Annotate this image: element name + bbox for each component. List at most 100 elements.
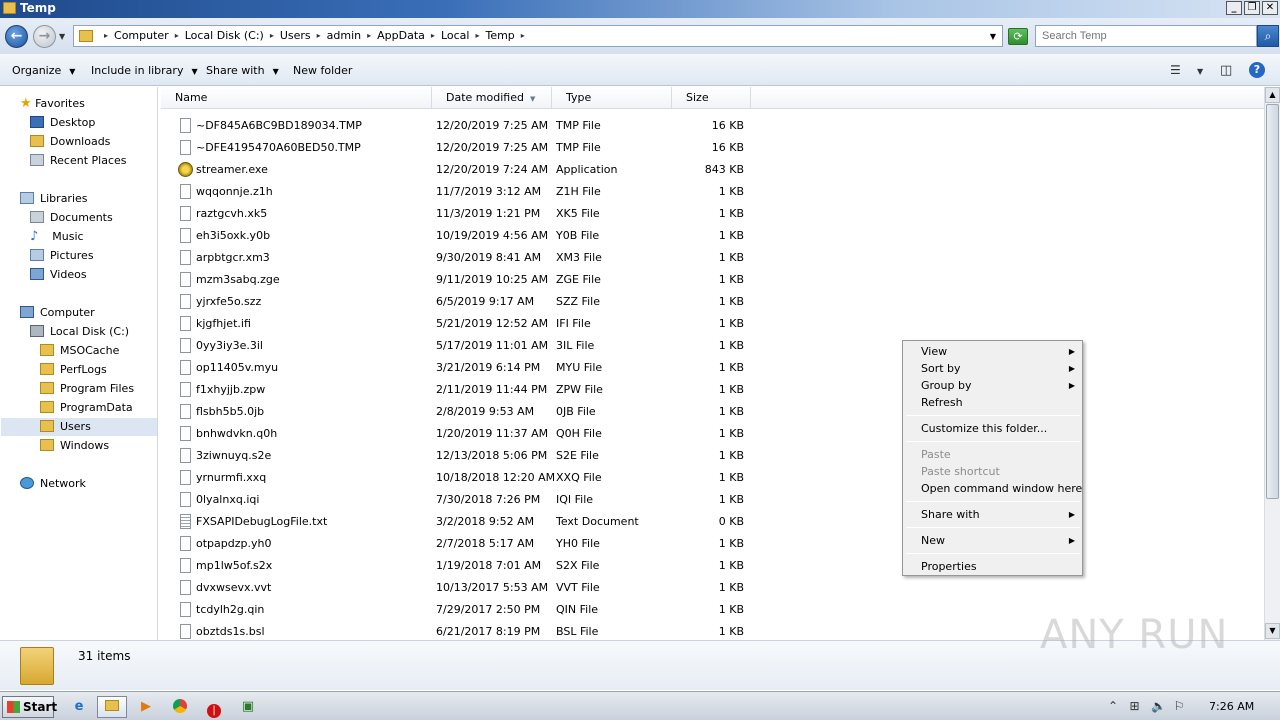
chevron-right-icon[interactable]: ▸ [521,31,525,40]
menu-item-group-by[interactable]: Group by ▶ [921,377,1079,394]
file-row[interactable]: wqqonnje.z1h 11/7/2019 3:12 AM Z1H File 1 K… [161,181,1264,203]
column-size[interactable]: Size [672,87,751,109]
address-bar[interactable]: ▸ Computer ▸ Local Disk (C:) ▸ Users ▸ admi… [73,25,1003,47]
menu-item-share-with[interactable]: Share with ▶ [921,506,1079,523]
file-row[interactable]: op11405v.myu 3/21/2019 6:14 PM MYU File 1 K… [161,357,1264,379]
file-row[interactable]: mzm3sabq.zge 9/11/2019 10:25 AM ZGE File 1 … [161,269,1264,291]
show-hidden-icons-icon[interactable]: ⌃ [1108,699,1118,713]
refresh-button[interactable]: ⟳ [1008,28,1028,45]
file-row[interactable]: streamer.exe 12/20/2019 7:24 AM Applicatio… [161,159,1264,181]
recent-pages-dropdown[interactable]: ▼ [59,32,65,41]
file-row[interactable]: arpbtgcr.xm3 9/30/2019 8:41 AM XM3 File 1 K… [161,247,1264,269]
nav-local-disk[interactable]: Local Disk (C:) [30,323,129,341]
windows-explorer-icon[interactable] [97,696,127,718]
crumb-users[interactable]: Users [280,29,311,42]
file-row[interactable]: kjgfhjet.ifi 5/21/2019 12:52 AM IFI File 1 … [161,313,1264,335]
chevron-right-icon[interactable]: ▸ [475,31,479,40]
crumb-computer[interactable]: Computer [114,29,169,42]
chevron-right-icon[interactable]: ▸ [175,31,179,40]
media-player-icon[interactable]: ▶ [131,696,161,718]
chevron-right-icon[interactable]: ▸ [104,31,108,40]
crumb-local-disk[interactable]: Local Disk (C:) [185,29,264,42]
stop-app-icon[interactable]: | [199,696,229,718]
menu-item-open-command-window[interactable]: Open command window here [921,480,1082,497]
menu-item-view[interactable]: View ▶ [921,343,1079,360]
scroll-up-button[interactable]: ▲ [1265,87,1280,103]
chevron-right-icon[interactable]: ▸ [270,31,274,40]
nav-documents[interactable]: Documents [30,209,113,227]
help-icon[interactable]: ? [1249,62,1265,78]
file-row[interactable]: ~DFE4195470A60BED50.TMP 12/20/2019 7:25 A… [161,137,1264,159]
scroll-down-button[interactable]: ▼ [1265,623,1280,639]
nav-msocache[interactable]: MSOCache [40,342,119,360]
change-view-icon[interactable]: ☰ [1170,63,1181,77]
nav-desktop[interactable]: Desktop [30,114,95,132]
file-row[interactable]: flsbh5b5.0jb 2/8/2019 9:53 AM 0JB File 1 KB [161,401,1264,423]
file-row[interactable]: yrnurmfi.xxq 10/18/2018 12:20 AM XXQ File 1… [161,467,1264,489]
nav-videos[interactable]: Videos [30,266,87,284]
file-row[interactable]: 0lyalnxq.iqi 7/30/2018 7:26 PM IQI File 1 K… [161,489,1264,511]
restore-button[interactable]: ❐ [1244,1,1260,15]
search-input[interactable] [1035,25,1257,47]
crumb-local[interactable]: Local [441,29,470,42]
crumb-admin[interactable]: admin [327,29,361,42]
organize-button[interactable]: Organize ▼ [12,64,75,77]
scroll-thumb[interactable] [1266,104,1279,499]
file-row[interactable]: dvxwsevx.vvt 10/13/2017 5:53 AM VVT File 1 … [161,577,1264,599]
crumb-appdata[interactable]: AppData [377,29,425,42]
nav-users[interactable]: Users [40,418,91,436]
chevron-right-icon[interactable]: ▸ [367,31,371,40]
network-tray-icon[interactable]: ⊞ [1130,699,1140,713]
file-row[interactable]: f1xhyjjb.zpw 2/11/2019 11:44 PM ZPW File 1 … [161,379,1264,401]
file-row[interactable]: mp1lw5of.s2x 1/19/2018 7:01 AM S2X File 1 K… [161,555,1264,577]
menu-item-refresh[interactable]: Refresh [921,394,1079,411]
preview-pane-icon[interactable]: ◫ [1220,63,1232,78]
nav-program-files[interactable]: Program Files [40,380,134,398]
crumb-temp[interactable]: Temp [485,29,514,42]
file-row[interactable]: yjrxfe5o.szz 6/5/2019 9:17 AM SZZ File 1 KB [161,291,1264,313]
chrome-icon[interactable] [165,696,195,718]
volume-icon[interactable]: 🔈 [1151,699,1166,713]
close-button[interactable]: ✕ [1262,1,1278,15]
nav-pictures[interactable]: Pictures [30,247,94,265]
nav-music[interactable]: ♪ Music [30,228,84,246]
internet-explorer-icon[interactable]: e [64,696,94,718]
column-name[interactable]: Name [161,87,432,109]
back-button[interactable]: ← [5,25,28,48]
nav-favorites[interactable]: ★ Favorites [20,95,85,113]
nav-programdata[interactable]: ProgramData [40,399,133,417]
chevron-right-icon[interactable]: ▸ [317,31,321,40]
terminal-app-icon[interactable]: ▣ [233,696,263,718]
file-row[interactable]: eh3i5oxk.y0b 10/19/2019 4:56 AM Y0B File 1 … [161,225,1264,247]
menu-item-properties[interactable]: Properties [921,558,1079,575]
file-row[interactable]: raztgcvh.xk5 11/3/2019 1:21 PM XK5 File 1 K… [161,203,1264,225]
vertical-scrollbar[interactable]: ▲ ▼ [1264,87,1280,640]
file-row[interactable]: 3ziwnuyq.s2e 12/13/2018 5:06 PM S2E File 1 … [161,445,1264,467]
column-date-modified[interactable]: Date modified ▼ [432,87,552,109]
nav-windows[interactable]: Windows [40,437,109,455]
clock[interactable]: 7:26 AM [1209,700,1254,713]
nav-perflogs[interactable]: PerfLogs [40,361,107,379]
menu-item-sort-by[interactable]: Sort by ▶ [921,360,1079,377]
file-row[interactable]: 0yy3iy3e.3il 5/17/2019 11:01 AM 3IL File 1 … [161,335,1264,357]
forward-button[interactable]: → [33,25,56,48]
action-center-flag-icon[interactable]: ⚐ [1174,699,1185,713]
share-with-button[interactable]: Share with ▼ [206,64,279,77]
nav-network[interactable]: Network [20,475,86,493]
minimize-button[interactable]: _ [1226,1,1242,15]
include-in-library-button[interactable]: Include in library ▼ [91,64,198,77]
column-type[interactable]: Type [552,87,672,109]
chevron-right-icon[interactable]: ▸ [431,31,435,40]
file-row[interactable]: FXSAPIDebugLogFile.txt 3/2/2018 9:52 AM Te… [161,511,1264,533]
nav-libraries[interactable]: Libraries [20,190,88,208]
search-icon[interactable]: ⌕ [1257,25,1279,47]
menu-item-new[interactable]: New ▶ [921,532,1079,549]
file-row[interactable]: ~DF845A6BC9BD189034.TMP 12/20/2019 7:25 A… [161,115,1264,137]
nav-computer[interactable]: Computer [20,304,95,322]
nav-downloads[interactable]: Downloads [30,133,110,151]
menu-item-customize[interactable]: Customize this folder... [921,420,1079,437]
start-button[interactable]: Start [2,696,57,718]
nav-recent-places[interactable]: Recent Places [30,152,127,170]
chevron-down-icon[interactable]: ▼ [990,32,996,41]
view-options-dropdown[interactable]: ▼ [1197,67,1203,76]
